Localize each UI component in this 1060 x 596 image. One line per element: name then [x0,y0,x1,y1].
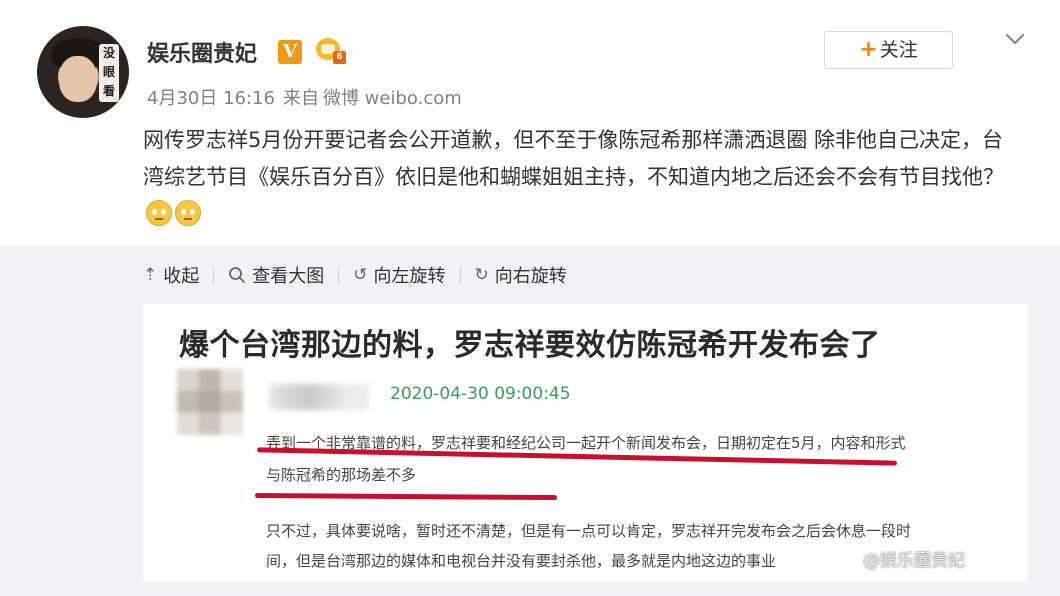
red-underline [254,492,558,501]
plus-icon: + [859,37,878,62]
follow-label: 关注 [879,39,918,61]
collapse-button[interactable]: ⇡ 收起 [143,262,199,288]
image-watermark: @娱乐圈贵妃 [863,551,965,571]
avatar-face [59,56,97,102]
follow-button[interactable]: + 关注 [824,31,953,69]
avatar-caption: 没眼看 [99,44,119,102]
vip-level: 6 [333,51,346,64]
image-headline: 爆个台湾那边的料，罗志祥要效仿陈冠希开发布会了 [179,328,881,363]
view-large-label: 查看大图 [252,266,325,287]
vip-crown-icon[interactable]: 6 [316,38,346,64]
post-content: 网传罗志祥5月份开要记者会公开道歉，但不至于像陈冠希那样潇洒退圈 除非他自己决定… [143,122,1023,233]
author-avatar[interactable]: 没眼看 [37,26,129,118]
blurred-username [269,384,369,410]
rotate-left-label: 向左旋转 [373,266,446,287]
rotate-right-label: 向右旋转 [494,266,567,287]
verified-badge-icon[interactable]: V [278,40,302,64]
image-paragraph-2-line-2: 间，但是台湾那边的媒体和电视台并没有要封杀他，最多就是内地这边的事业 [266,552,777,570]
view-large-button[interactable]: 查看大图 [228,262,324,288]
media-toolbar: ⇡ 收起 查看大图 ↺ 向左旋转 ↻ 向右旋转 [143,262,567,288]
chevron-down-icon[interactable] [1004,28,1026,50]
rotate-left-button[interactable]: ↺ 向左旋转 [353,262,445,288]
post-meta: 4月30日 16:16 来自 微博 weibo.com [147,84,470,110]
collapse-label: 收起 [163,266,200,287]
toolbar-divider [213,266,215,284]
post-date[interactable]: 4月30日 16:16 [147,88,275,109]
source-prefix: 来自 [282,88,319,109]
collapse-icon: ⇡ [143,265,158,285]
post-source[interactable]: 微博 weibo.com [323,88,462,109]
rotate-right-button[interactable]: ↻ 向右旋转 [475,262,567,288]
toolbar-divider [459,266,461,284]
image-post-date: 2020-04-30 09:00:45 [390,384,571,404]
magnifier-icon [229,267,246,283]
author-name[interactable]: 娱乐圈贵妃 [147,36,257,68]
blurred-avatar [177,369,243,435]
toolbar-divider [338,266,340,284]
image-paragraph-2-line-1: 只不过，具体要说啥，暂时还不清楚，但是有一点可以肯定，罗志祥开完发布会之后会休息… [266,522,912,540]
post-body: 网传罗志祥5月份开要记者会公开道歉，但不至于像陈冠希那样潇洒退圈 除非他自己决定… [143,128,1004,189]
rotate-right-icon: ↻ [474,265,489,285]
image-paragraph-1-line-2: 与陈冠希的那场差不多 [266,466,417,484]
doubt-emoji-icon [175,200,201,226]
attached-image[interactable]: 爆个台湾那边的料，罗志祥要效仿陈冠希开发布会了 2020-04-30 09:00… [143,304,1028,582]
doubt-emoji-icon [146,200,172,226]
rotate-left-icon: ↺ [353,265,368,285]
